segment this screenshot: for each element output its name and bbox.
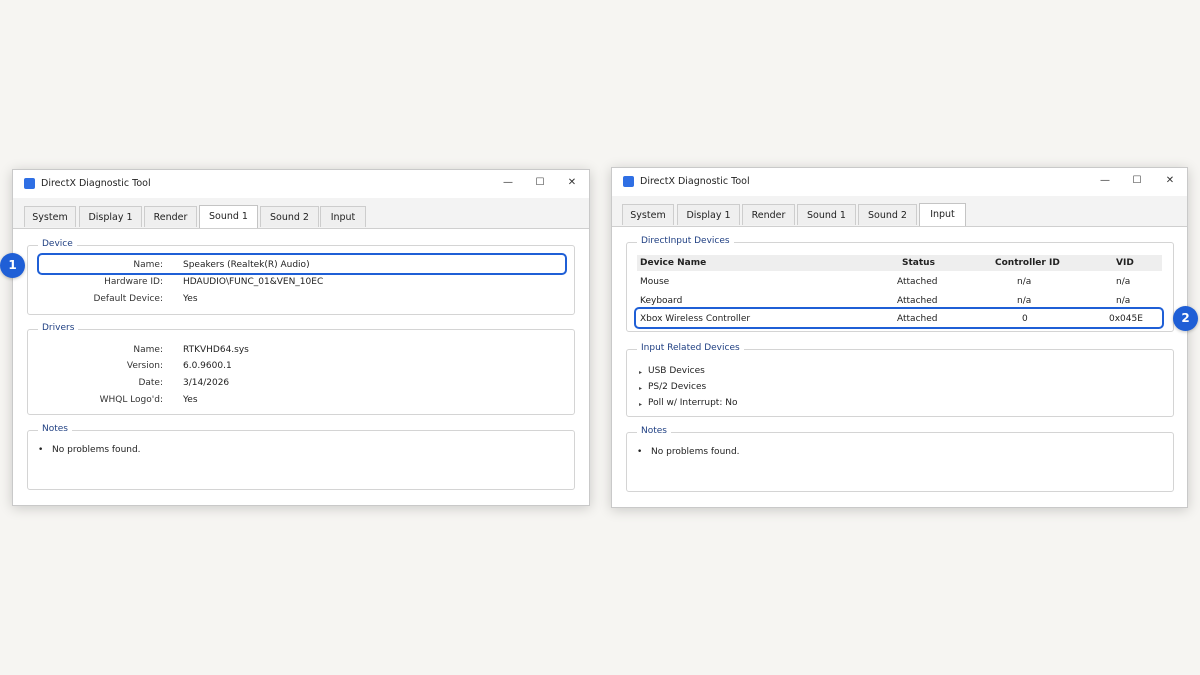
dxdiag-window-sound: DirectX Diagnostic Tool — ☐ ✕ System Dis… xyxy=(12,169,590,506)
cell-device: Keyboard xyxy=(640,296,683,306)
col-device-name[interactable]: Device Name xyxy=(640,258,706,268)
driver-version-value: 6.0.9600.1 xyxy=(183,361,232,371)
hardware-id-value: HDAUDIO\FUNC_01&VEN_10EC xyxy=(183,277,324,287)
tab-system[interactable]: System xyxy=(24,206,76,227)
title-bar[interactable]: DirectX Diagnostic Tool — ☐ ✕ xyxy=(612,168,1187,196)
col-vid[interactable]: VID xyxy=(1116,258,1134,268)
window-title: DirectX Diagnostic Tool xyxy=(41,178,151,189)
whql-label: WHQL Logo'd: xyxy=(99,395,163,405)
tab-sound-1[interactable]: Sound 1 xyxy=(199,205,258,228)
annotation-badge-2: 2 xyxy=(1173,306,1198,331)
bullet-icon: • xyxy=(38,445,44,455)
driver-version-label: Version: xyxy=(126,361,163,371)
tab-system[interactable]: System xyxy=(622,204,674,225)
note-item: No problems found. xyxy=(651,447,740,457)
tab-display-1[interactable]: Display 1 xyxy=(677,204,740,225)
notes-group: Notes • No problems found. xyxy=(27,424,575,490)
drivers-group: Drivers Name: RTKVHD64.sys Version: 6.0.… xyxy=(27,323,575,415)
directinput-group-label: DirectInput Devices xyxy=(637,236,734,246)
tab-input[interactable]: Input xyxy=(320,206,366,227)
default-device-label: Default Device: xyxy=(93,294,163,304)
tree-item-poll[interactable]: Poll w/ Interrupt: No xyxy=(648,398,737,408)
device-name-highlight xyxy=(37,253,567,275)
driver-name-label: Name: xyxy=(133,345,163,355)
tab-input[interactable]: Input xyxy=(919,203,966,226)
cell-status: Attached xyxy=(897,277,938,287)
drivers-group-label: Drivers xyxy=(38,323,79,333)
expand-arrow-icon[interactable]: ▸ xyxy=(639,369,642,376)
minimize-icon[interactable]: — xyxy=(1095,174,1115,188)
cell-controller-id: n/a xyxy=(1017,277,1032,287)
driver-date-value: 3/14/2026 xyxy=(183,378,230,388)
tree-item-ps2[interactable]: PS/2 Devices xyxy=(648,382,706,392)
cell-vid: n/a xyxy=(1116,296,1131,306)
input-related-group: Input Related Devices ▸ USB Devices ▸ PS… xyxy=(626,343,1174,417)
col-controller-id[interactable]: Controller ID xyxy=(995,258,1060,268)
driver-date-label: Date: xyxy=(138,378,163,388)
cell-device: Mouse xyxy=(640,277,670,287)
xbox-controller-highlight xyxy=(634,307,1164,329)
whql-value: Yes xyxy=(183,395,198,405)
app-icon xyxy=(24,178,35,189)
note-item: No problems found. xyxy=(52,445,141,455)
tab-strip: System Display 1 Render Sound 1 Sound 2 … xyxy=(612,196,1187,227)
tab-sound-2[interactable]: Sound 2 xyxy=(858,204,917,225)
table-header: Device Name Status Controller ID VID xyxy=(637,255,1162,271)
title-bar[interactable]: DirectX Diagnostic Tool — ☐ ✕ xyxy=(13,170,589,198)
expand-arrow-icon[interactable]: ▸ xyxy=(639,385,642,392)
notes-group-label: Notes xyxy=(38,424,72,434)
driver-name-value: RTKVHD64.sys xyxy=(183,345,249,355)
close-icon[interactable]: ✕ xyxy=(562,176,582,190)
tree-item-usb[interactable]: USB Devices xyxy=(648,366,705,376)
default-device-value: Yes xyxy=(183,294,198,304)
cell-controller-id: n/a xyxy=(1017,296,1032,306)
maximize-icon[interactable]: ☐ xyxy=(530,176,550,190)
tab-sound-2[interactable]: Sound 2 xyxy=(260,206,319,227)
tab-render[interactable]: Render xyxy=(144,206,197,227)
hardware-id-label: Hardware ID: xyxy=(104,277,163,287)
tab-strip: System Display 1 Render Sound 1 Sound 2 … xyxy=(13,198,589,229)
tab-display-1[interactable]: Display 1 xyxy=(79,206,142,227)
notes-group: Notes • No problems found. xyxy=(626,426,1174,492)
minimize-icon[interactable]: — xyxy=(498,176,518,190)
cell-status: Attached xyxy=(897,296,938,306)
col-status[interactable]: Status xyxy=(902,258,935,268)
window-title: DirectX Diagnostic Tool xyxy=(640,176,750,187)
tab-render[interactable]: Render xyxy=(742,204,795,225)
input-related-group-label: Input Related Devices xyxy=(637,343,744,353)
tab-sound-1[interactable]: Sound 1 xyxy=(797,204,856,225)
device-group-label: Device xyxy=(38,239,77,249)
bullet-icon: • xyxy=(637,447,643,457)
annotation-badge-1: 1 xyxy=(0,253,25,278)
close-icon[interactable]: ✕ xyxy=(1160,174,1180,188)
dxdiag-window-input: DirectX Diagnostic Tool — ☐ ✕ System Dis… xyxy=(611,167,1188,508)
maximize-icon[interactable]: ☐ xyxy=(1127,174,1147,188)
expand-arrow-icon[interactable]: ▸ xyxy=(639,401,642,408)
app-icon xyxy=(623,176,634,187)
cell-vid: n/a xyxy=(1116,277,1131,287)
notes-group-label: Notes xyxy=(637,426,671,436)
